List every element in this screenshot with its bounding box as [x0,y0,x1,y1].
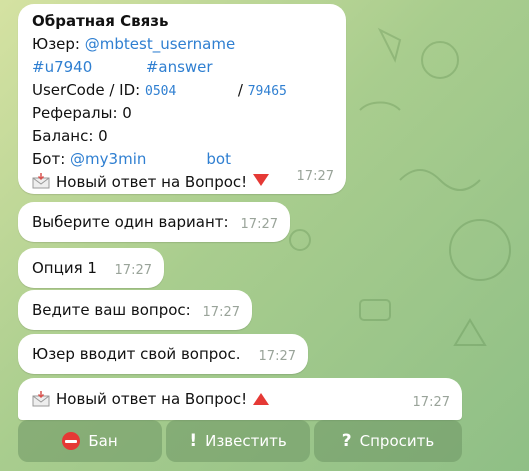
choose-option-message: Выберите один вариант: 17:27 [18,202,290,242]
answer-hashtag[interactable]: #answer [146,58,213,76]
message-time: 17:27 [412,395,450,410]
message-text: Опция 1 [32,259,97,277]
ban-label: Бан [88,432,118,450]
user-label: Юзер: [32,35,80,53]
exclamation-icon: ! [189,431,198,451]
message-text: Ведите ваш вопрос: [32,301,191,319]
enter-question-message: Ведите ваш вопрос: 17:27 [18,290,252,330]
option-message: Опция 1 17:27 [18,248,164,288]
bot-link-start[interactable]: @my3min [70,150,146,168]
no-entry-icon [62,432,81,450]
question-icon: ? [341,431,352,451]
user-hashtag[interactable]: #u7940 [32,58,92,76]
message-time: 17:27 [296,169,334,184]
user-link[interactable]: @mbtest_username [85,35,235,53]
user-question-message: Юзер вводит свой вопрос. 17:27 [18,334,308,374]
ask-label: Спросить [359,432,435,450]
referrals-line: Рефералы: 0 [32,104,132,122]
message-text: Новый ответ на Вопрос! [56,390,248,408]
message-time: 17:27 [114,263,152,278]
ban-button[interactable]: Бан [18,420,162,462]
message-title: Обратная Связь [32,12,169,30]
feedback-message: Обратная Связь Юзер: @mbtest_username #u… [18,4,346,194]
notify-button[interactable]: ! Известить [166,420,310,462]
red-triangle-down-icon [253,174,270,186]
red-triangle-up-icon [253,393,270,405]
ask-button[interactable]: ? Спросить [314,420,462,462]
bot-link-end[interactable]: bot [206,150,231,168]
usercode-label: UserCode / ID: [32,81,141,99]
balance-line: Баланс: 0 [32,127,108,145]
message-time: 17:27 [240,217,278,232]
bot-label: Бот: [32,150,66,168]
id-separator: / [237,81,243,99]
message-time: 17:27 [258,349,296,364]
usercode-line: UserCode / ID: 0504 / 79465 [32,79,346,102]
new-answer-message: Новый ответ на Вопрос! 17:27 [18,378,462,420]
tags-line: #u7940 #answer [32,56,346,79]
envelope-arrow-icon [32,173,50,189]
id-value[interactable]: 79465 [248,84,287,99]
new-answer-text: Новый ответ на Вопрос! [56,173,248,191]
usercode-value[interactable]: 0504 [145,84,176,99]
message-text: Выберите один вариант: [32,213,229,231]
notify-label: Известить [205,432,287,450]
message-text: Юзер вводит свой вопрос. [32,345,241,363]
envelope-arrow-icon [32,391,50,407]
user-line: Юзер: @mbtest_username [32,33,346,56]
message-time: 17:27 [202,305,240,320]
